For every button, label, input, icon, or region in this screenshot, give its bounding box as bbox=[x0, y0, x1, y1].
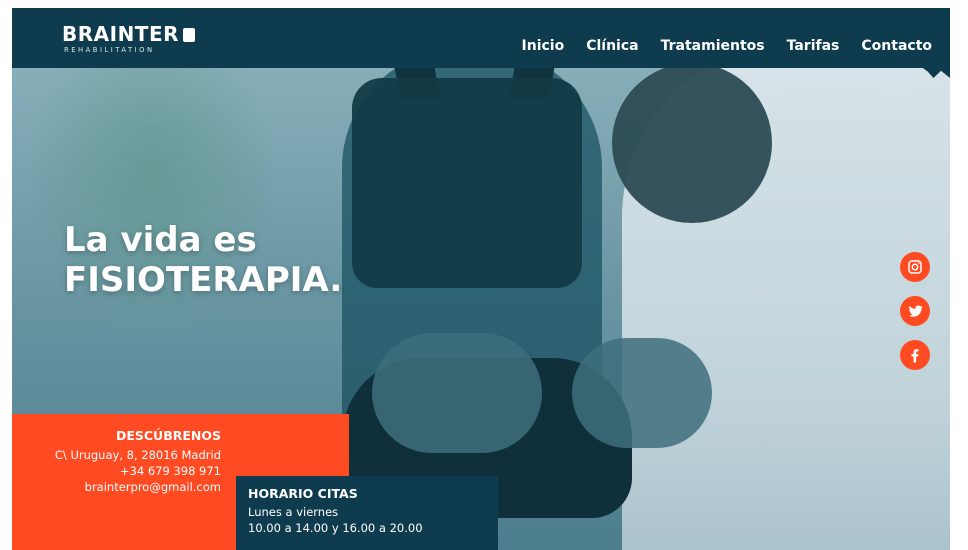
contact-address: C\ Uruguay, 8, 28016 Madrid bbox=[54, 448, 221, 462]
instagram-icon[interactable] bbox=[900, 252, 930, 282]
nav-item-tarifas[interactable]: Tarifas bbox=[787, 38, 840, 54]
twitter-icon[interactable] bbox=[900, 296, 930, 326]
page-frame: BRAINTER REHABILITATION Inicio Clínica T… bbox=[12, 8, 950, 550]
schedule-title: HORARIO CITAS bbox=[248, 486, 358, 501]
facebook-icon[interactable] bbox=[900, 340, 930, 370]
hero-headline-line2: FISIOTERAPIA. bbox=[64, 260, 343, 300]
contact-title: DESCÚBRENOS bbox=[115, 428, 221, 443]
schedule-days: Lunes a viernes bbox=[248, 505, 339, 519]
nav-item-contacto[interactable]: Contacto bbox=[861, 38, 932, 54]
brand-logo[interactable]: BRAINTER REHABILITATION bbox=[62, 22, 222, 56]
main-nav: Inicio Clínica Tratamientos Tarifas Cont… bbox=[522, 38, 932, 54]
nav-item-tratamientos[interactable]: Tratamientos bbox=[661, 38, 765, 54]
hero-hand-left bbox=[372, 333, 542, 453]
hero-patient-top bbox=[352, 78, 582, 288]
hero-therapist-head bbox=[612, 63, 772, 223]
nav-item-clinica[interactable]: Clínica bbox=[586, 38, 638, 54]
contact-email[interactable]: brainterpro@gmail.com bbox=[12, 479, 221, 495]
hero-headline: La vida es FISIOTERAPIA. bbox=[64, 220, 342, 300]
schedule-box: HORARIO CITAS Lunes a viernes 10.00 a 14… bbox=[236, 476, 498, 550]
contact-phone[interactable]: +34 679 398 971 bbox=[12, 463, 221, 479]
top-navbar: BRAINTER REHABILITATION Inicio Clínica T… bbox=[12, 8, 950, 68]
brand-subtitle: REHABILITATION bbox=[64, 46, 155, 54]
nav-item-inicio[interactable]: Inicio bbox=[522, 38, 565, 54]
brand-badge-icon bbox=[183, 28, 196, 42]
hero-headline-line1: La vida es bbox=[64, 220, 257, 260]
social-links bbox=[900, 252, 930, 384]
brand-name: BRAINTER bbox=[62, 22, 180, 46]
schedule-hours: 10.00 a 14.00 y 16.00 a 20.00 bbox=[248, 521, 423, 535]
hero-hand-right bbox=[572, 338, 712, 448]
